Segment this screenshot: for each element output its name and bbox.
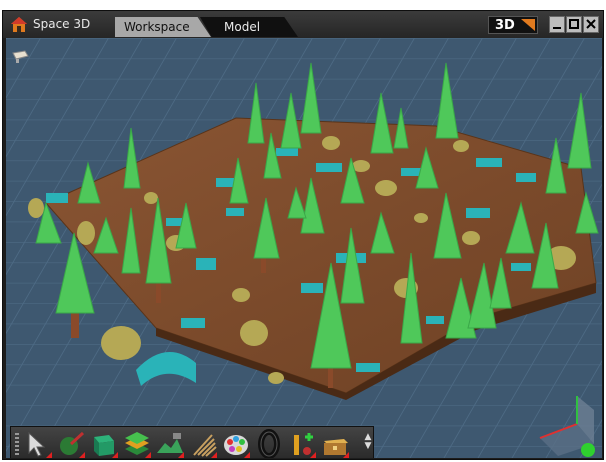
view-mode-3d-button[interactable]: 3D [488,16,538,34]
app-title: Space 3D [33,17,91,31]
chest-tool-button[interactable] [320,429,350,458]
close-button[interactable] [583,16,599,33]
title-bar: Space 3D Workspace Model 3D [3,11,603,38]
close-icon [586,19,596,29]
tool-menu-indicator [145,452,151,458]
maximize-button[interactable] [566,16,582,33]
rake-tool-button[interactable] [188,429,218,458]
minimize-button[interactable] [549,16,565,33]
app-window: Space 3D Workspace Model 3D ▲ ▼ [2,10,604,460]
camera-icon[interactable] [12,50,30,64]
tool-menu-indicator [178,452,184,458]
palette-tool-button[interactable] [221,429,251,458]
tab-workspace[interactable]: Workspace [115,17,211,37]
terrain-tool-button[interactable] [155,429,185,458]
tool-menu-indicator [211,452,217,458]
tab-model[interactable]: Model [200,17,298,37]
toolbar-more-icon[interactable]: ▲ ▼ [363,433,373,455]
3d-viewport[interactable]: ▲ ▼ [6,38,602,458]
maximize-icon [569,19,579,29]
view-mode-label: 3D [495,18,515,33]
tool-menu-indicator [343,452,349,458]
layer-tool-button[interactable] [122,429,152,458]
tool-menu-indicator [46,452,52,458]
tool-menu-indicator [112,452,118,458]
box-tool-button[interactable] [89,429,119,458]
ring-tool-button[interactable] [254,429,284,458]
tool-menu-indicator [310,452,316,458]
ring-icon [258,429,280,458]
toolbar-grip-icon[interactable] [13,431,21,457]
select-tool-button[interactable] [23,429,53,458]
house-icon[interactable] [10,16,28,33]
tool-menu-indicator [244,452,250,458]
add-object-tool-button[interactable] [287,429,317,458]
corner-fold-icon [521,19,535,31]
paint-tool-button[interactable] [56,429,86,458]
axis-gizmo-icon[interactable] [532,390,602,458]
bottom-toolbar: ▲ ▼ [10,426,374,458]
scene-render [6,38,602,458]
minimize-icon [553,27,561,29]
tool-menu-indicator [79,452,85,458]
